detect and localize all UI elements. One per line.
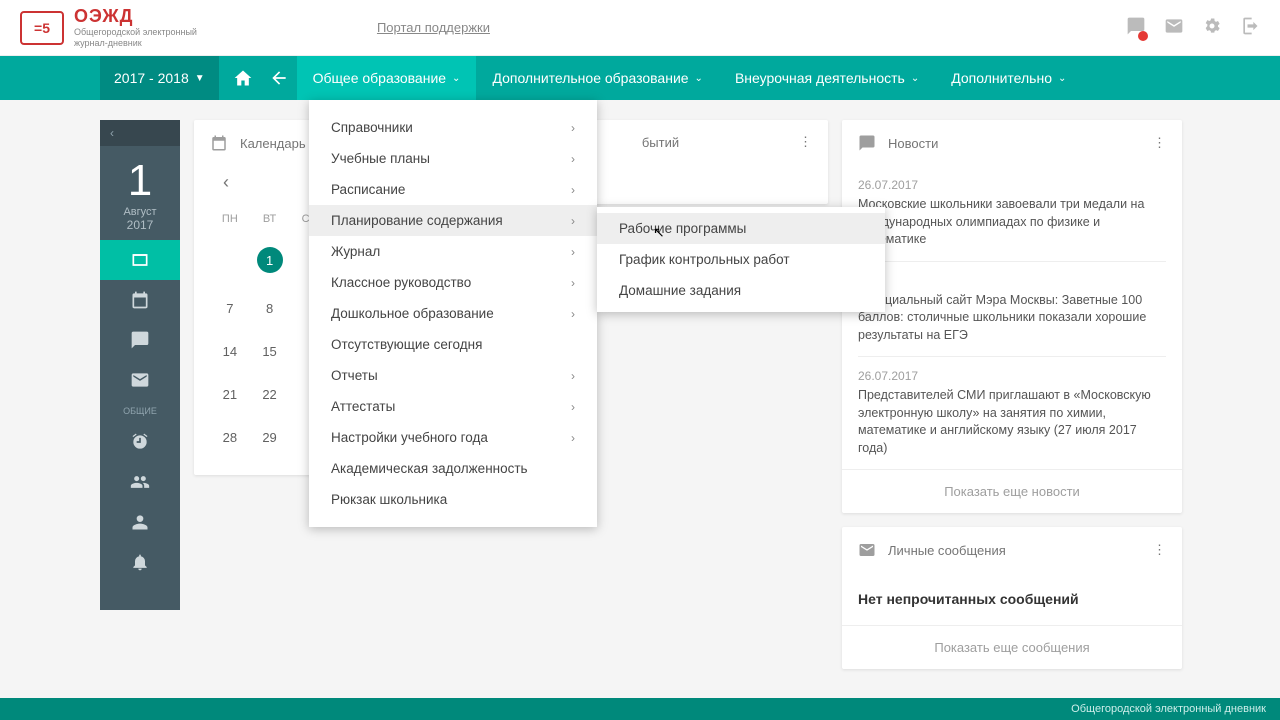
chevron-right-icon: › [571,369,575,383]
cal-day[interactable]: 22 [250,373,290,416]
chevron-down-icon: ▼ [195,73,205,84]
home-icon[interactable] [225,56,261,100]
mail-icon[interactable] [1164,16,1184,39]
menu-item[interactable]: Отсутствующие сегодня [309,329,597,360]
settings-icon[interactable] [1202,16,1222,39]
messages-title: Личные сообщения [888,543,1006,558]
logout-icon[interactable] [1240,16,1260,39]
sidebar-item-bell[interactable] [100,542,180,582]
cal-day[interactable]: 15 [250,330,290,373]
chevron-right-icon: › [571,152,575,166]
chevron-right-icon: › [571,276,575,290]
chevron-down-icon: ⌄ [452,73,460,84]
menu-item[interactable]: Классное руководство› [309,267,597,298]
chevron-down-icon: ⌄ [911,73,919,84]
dropdown-submenu: Рабочие программыГрафик контрольных рабо… [597,207,885,312]
cal-day[interactable]: 21 [210,373,250,416]
year-selector[interactable]: 2017 - 2018▼ [100,56,219,100]
footer: Общегородской электронный дневник [0,698,1280,720]
nav-extracurricular[interactable]: Внеурочная деятельность⌄ [719,56,935,100]
calendar-icon [210,134,228,152]
support-link[interactable]: Портал поддержки [377,20,490,35]
mail-icon [858,541,876,559]
submenu-item[interactable]: График контрольных работ [597,244,885,275]
chevron-right-icon: › [571,400,575,414]
cal-day[interactable]: 8 [250,287,290,330]
news-card: Новости ⋮ 26.07.2017Московские школьники… [842,120,1182,513]
messages-card: Личные сообщения ⋮ Нет непрочитанных соо… [842,527,1182,669]
dropdown-menu-main: Справочники›Учебные планы›Расписание›Пла… [309,100,597,527]
news-show-more[interactable]: Показать еще новости [842,469,1182,513]
cal-day[interactable]: 1 [250,233,290,287]
news-menu-icon[interactable]: ⋮ [1153,135,1166,151]
menu-item[interactable]: Планирование содержания› [309,205,597,236]
back-icon[interactable] [261,56,297,100]
cal-dow: ВТ [250,205,290,233]
menu-item[interactable]: Рюкзак школьника [309,484,597,515]
sidebar-item-mail[interactable] [100,360,180,400]
cal-prev[interactable]: ‹ [214,172,238,193]
news-item[interactable]: 26.07.2017Представителей СМИ приглашают … [858,356,1166,469]
submenu-item[interactable]: Домашние задания [597,275,885,306]
messages-show-more[interactable]: Показать еще сообщения [842,625,1182,669]
menu-item[interactable]: Расписание› [309,174,597,205]
sidebar-item-alarm[interactable] [100,422,180,462]
notifications-icon[interactable] [1126,16,1146,39]
chevron-down-icon: ⌄ [1058,73,1066,84]
events-menu-icon[interactable]: ⋮ [799,134,812,150]
cal-day[interactable]: 14 [210,330,250,373]
menu-item[interactable]: Аттестаты› [309,391,597,422]
menu-item[interactable]: Отчеты› [309,360,597,391]
chevron-right-icon: › [571,121,575,135]
news-icon [858,134,876,152]
sidebar: ‹ 1 Август 2017 ОБЩИЕ [100,120,180,610]
news-item[interactable]: 26.07.2017Московские школьники завоевали… [858,166,1166,261]
cal-day[interactable]: 28 [210,416,250,459]
sidebar-collapse[interactable]: ‹ [100,120,180,146]
chevron-down-icon: ⌄ [695,73,703,84]
cal-day [210,233,250,287]
menu-item[interactable]: Дошкольное образование› [309,298,597,329]
messages-empty: Нет непрочитанных сообщений [842,573,1182,625]
menu-item[interactable]: Журнал› [309,236,597,267]
logo-icon [20,11,64,45]
brand-sub2: журнал-дневник [74,38,197,49]
news-title: Новости [888,136,938,151]
logo[interactable]: ОЭЖД Общегородской электронный журнал-дн… [20,6,197,49]
chevron-right-icon: › [571,183,575,197]
chevron-right-icon: › [571,214,575,228]
chevron-right-icon: › [571,307,575,321]
sidebar-date: 1 Август 2017 [123,146,156,240]
brand-sub1: Общегородской электронный [74,27,197,38]
chevron-right-icon: › [571,245,575,259]
cal-day[interactable]: 29 [250,416,290,459]
menu-item[interactable]: Настройки учебного года› [309,422,597,453]
menu-item[interactable]: Учебные планы› [309,143,597,174]
chevron-right-icon: › [571,431,575,445]
sidebar-item-group[interactable] [100,462,180,502]
menu-item[interactable]: Справочники› [309,112,597,143]
sidebar-item-journal[interactable] [100,240,180,280]
sidebar-section-label: ОБЩИЕ [123,406,157,416]
main-nav: 2017 - 2018▼ Общее образование⌄ Дополнит… [0,56,1280,100]
nav-additional-education[interactable]: Дополнительное образование⌄ [476,56,719,100]
messages-menu-icon[interactable]: ⋮ [1153,542,1166,558]
news-item[interactable]: 2017Официальный сайт Мэра Москвы: Заветн… [858,261,1166,357]
nav-additional[interactable]: Дополнительно⌄ [935,56,1082,100]
cal-dow: ПН [210,205,250,233]
submenu-item[interactable]: Рабочие программы [597,213,885,244]
sidebar-item-people[interactable] [100,502,180,542]
nav-general-education[interactable]: Общее образование⌄ [297,56,477,100]
sidebar-item-calendar[interactable] [100,280,180,320]
calendar-title: Календарь [240,136,306,151]
brand-title: ОЭЖД [74,6,197,27]
cal-day[interactable]: 7 [210,287,250,330]
menu-item[interactable]: Академическая задолженность [309,453,597,484]
sidebar-item-chat[interactable] [100,320,180,360]
